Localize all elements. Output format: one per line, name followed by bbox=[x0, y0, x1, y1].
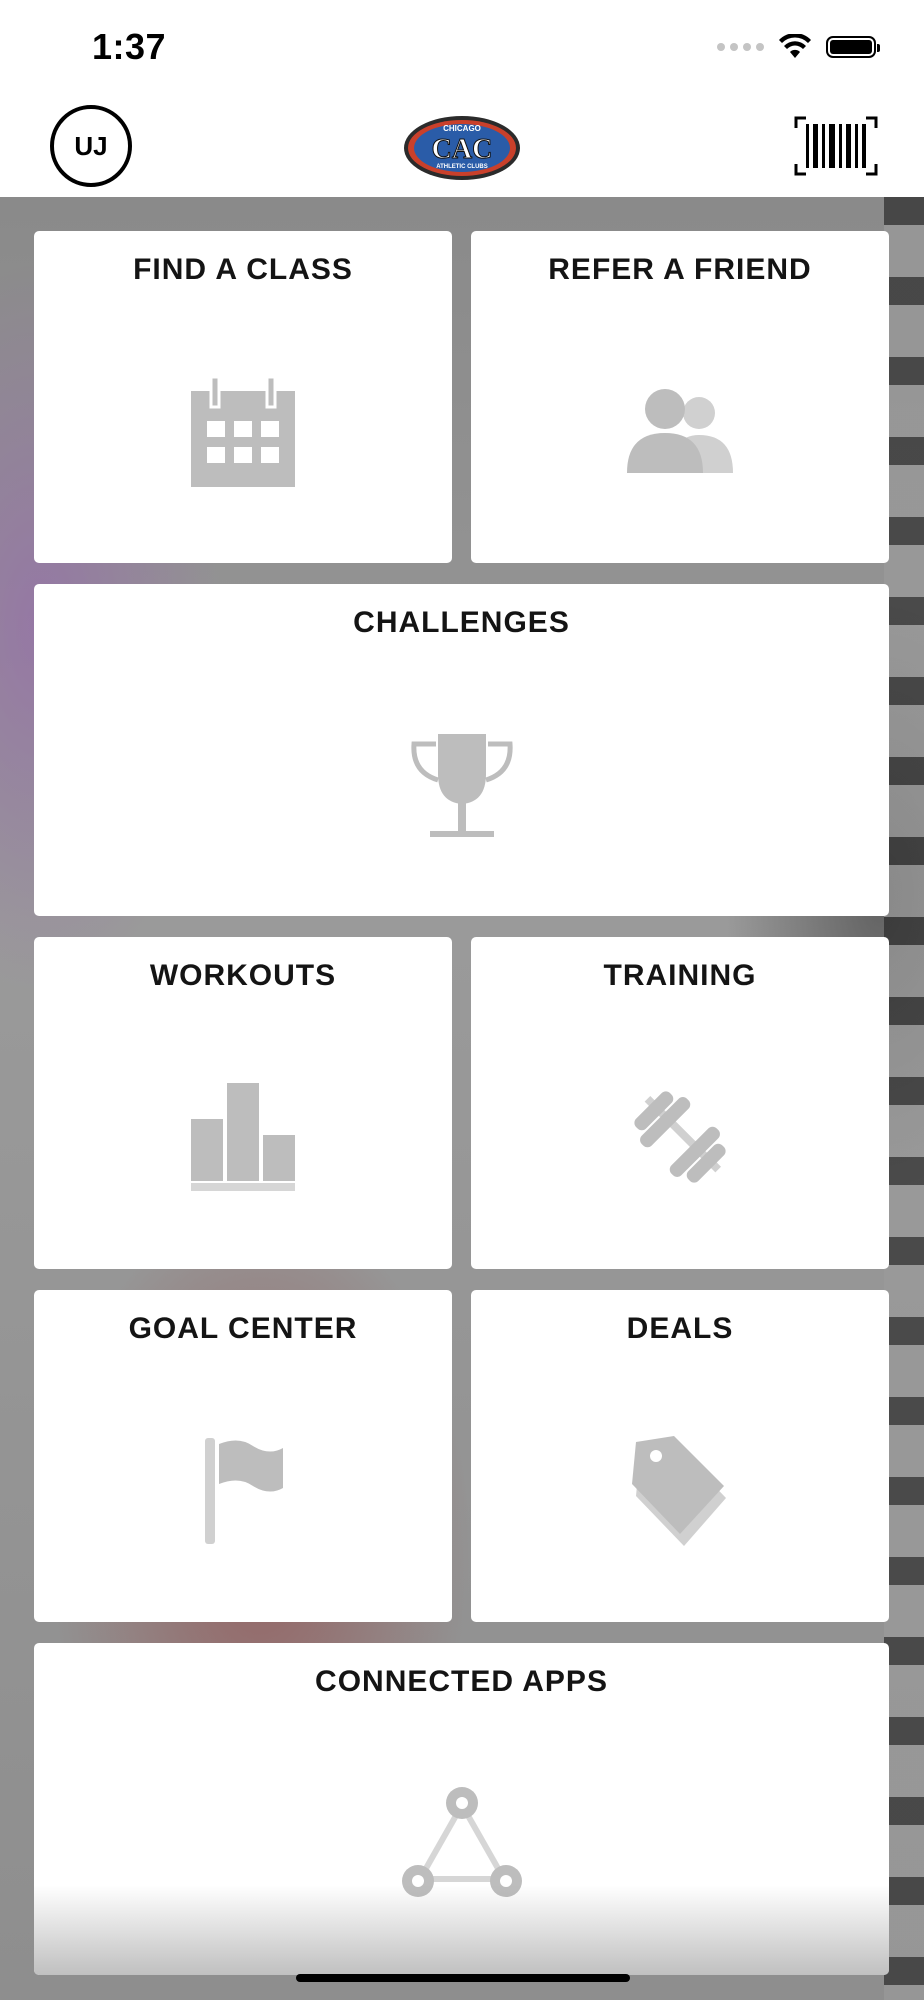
cac-logo: CHICAGO CAC ATHLETIC CLUBS bbox=[404, 116, 520, 180]
status-time: 1:37 bbox=[92, 26, 167, 67]
status-bar: 1:37 bbox=[0, 0, 924, 100]
dumbbell-icon bbox=[634, 1091, 726, 1183]
calendar-icon bbox=[191, 377, 295, 487]
bar-chart-icon bbox=[191, 1083, 295, 1191]
tile-workouts[interactable]: WORKOUTS bbox=[34, 937, 452, 1269]
signal-icon bbox=[717, 43, 764, 51]
logo-main: CAC bbox=[432, 134, 493, 165]
price-tag-icon bbox=[632, 1436, 726, 1546]
tile-title: GOAL CENTER bbox=[128, 1312, 358, 1345]
tile-refer-a-friend[interactable]: REFER A FRIEND bbox=[471, 231, 889, 563]
tile-training[interactable]: TRAINING bbox=[471, 937, 889, 1269]
logo-line1: CHICAGO bbox=[443, 124, 481, 133]
tile-goal-center[interactable]: GOAL CENTER bbox=[34, 1290, 452, 1622]
barcode-scan-button[interactable] bbox=[794, 116, 878, 176]
tile-title: WORKOUTS bbox=[149, 959, 337, 992]
tile-challenges[interactable]: CHALLENGES bbox=[34, 584, 889, 916]
tile-connected-apps[interactable]: CONNECTED APPS bbox=[34, 1643, 889, 1975]
nav-header: UJ CHICAGO CAC ATHLETIC CLUBS bbox=[0, 100, 924, 197]
tile-title: FIND A CLASS bbox=[133, 253, 353, 286]
tile-title: REFER A FRIEND bbox=[548, 253, 812, 286]
profile-avatar-button[interactable]: UJ bbox=[50, 105, 132, 187]
wifi-icon bbox=[779, 34, 811, 58]
tile-title: TRAINING bbox=[603, 959, 757, 992]
tile-title: DEALS bbox=[626, 1312, 734, 1345]
users-icon bbox=[627, 389, 733, 473]
flag-icon bbox=[205, 1438, 283, 1544]
battery-icon bbox=[826, 36, 880, 58]
tile-bottom-fade bbox=[34, 1885, 889, 1975]
home-indicator[interactable] bbox=[296, 1974, 630, 1982]
tile-deals[interactable]: DEALS bbox=[471, 1290, 889, 1622]
tile-title: CONNECTED APPS bbox=[315, 1665, 608, 1698]
tile-title: CHALLENGES bbox=[353, 606, 570, 639]
tile-find-a-class[interactable]: FIND A CLASS bbox=[34, 231, 452, 563]
trophy-icon bbox=[410, 734, 513, 837]
logo-line2: ATHLETIC CLUBS bbox=[436, 164, 488, 170]
network-icon bbox=[401, 1787, 522, 1897]
status-icons bbox=[717, 34, 880, 60]
background-photo-stripes bbox=[884, 197, 924, 2000]
